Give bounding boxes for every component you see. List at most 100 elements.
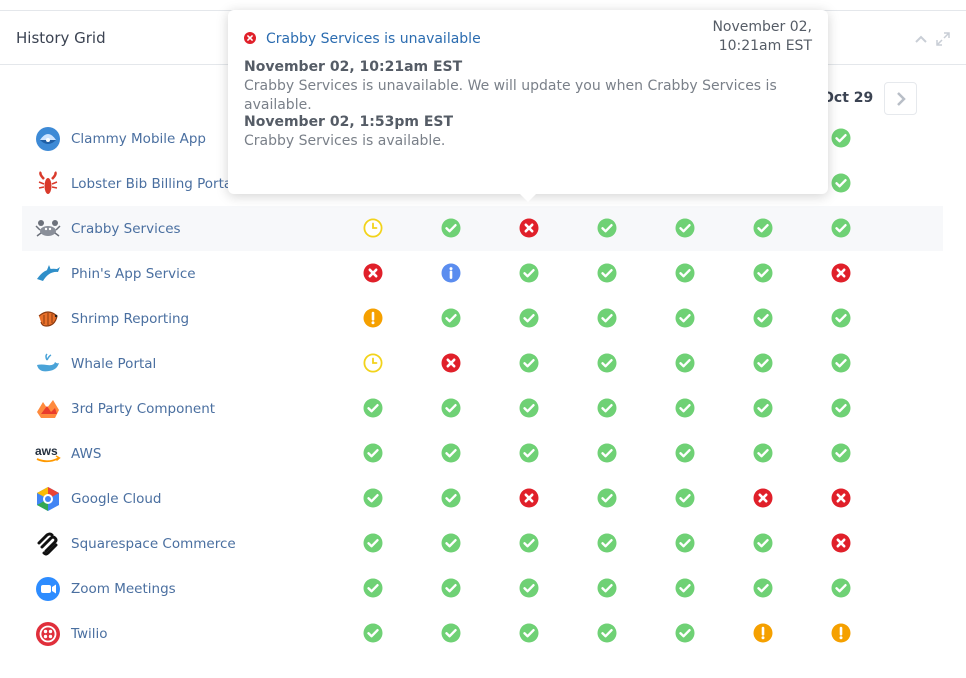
- check-circle-icon[interactable]: [519, 263, 539, 283]
- check-circle-icon[interactable]: [675, 623, 695, 643]
- check-circle-icon[interactable]: [675, 308, 695, 328]
- check-circle-icon[interactable]: [363, 533, 383, 553]
- check-circle-icon[interactable]: [597, 443, 617, 463]
- check-circle-icon[interactable]: [753, 263, 773, 283]
- service-info: Squarespace Commerce: [34, 521, 236, 566]
- info-circle-icon[interactable]: [441, 263, 461, 283]
- check-circle-icon[interactable]: [753, 308, 773, 328]
- x-circle-icon[interactable]: [519, 488, 539, 508]
- exclamation-circle-icon[interactable]: [753, 623, 773, 643]
- clock-icon[interactable]: [363, 218, 383, 238]
- next-page-button[interactable]: [884, 82, 917, 115]
- clock-icon[interactable]: [363, 353, 383, 373]
- service-name-link[interactable]: Whale Portal: [71, 356, 156, 372]
- check-circle-icon[interactable]: [519, 443, 539, 463]
- aws-logo: aws: [34, 440, 62, 468]
- service-name-link[interactable]: Crabby Services: [71, 221, 181, 237]
- check-circle-icon[interactable]: [753, 443, 773, 463]
- check-circle-icon[interactable]: [519, 398, 539, 418]
- check-circle-icon[interactable]: [519, 353, 539, 373]
- check-circle-icon[interactable]: [831, 308, 851, 328]
- service-name-link[interactable]: Phin's App Service: [71, 266, 196, 282]
- x-circle-icon[interactable]: [831, 263, 851, 283]
- check-circle-icon[interactable]: [441, 488, 461, 508]
- check-circle-icon[interactable]: [597, 353, 617, 373]
- check-circle-icon[interactable]: [675, 443, 695, 463]
- history-grid: Clammy Mobile App Lobster Bib Billing Por…: [22, 116, 943, 656]
- tooltip-entry: November 02, 10:21am EST Crabby Services…: [244, 58, 828, 115]
- check-circle-icon[interactable]: [441, 218, 461, 238]
- check-circle-icon[interactable]: [675, 353, 695, 373]
- check-circle-icon[interactable]: [441, 533, 461, 553]
- tooltip-title[interactable]: Crabby Services is unavailable: [266, 31, 481, 47]
- check-circle-icon[interactable]: [519, 623, 539, 643]
- x-circle-icon[interactable]: [831, 488, 851, 508]
- header-controls: [914, 31, 950, 46]
- service-info: Zoom Meetings: [34, 566, 176, 611]
- check-circle-icon[interactable]: [597, 623, 617, 643]
- check-circle-icon[interactable]: [831, 578, 851, 598]
- service-name-link[interactable]: Google Cloud: [71, 491, 161, 507]
- whale-logo: [34, 350, 62, 378]
- collapse-icon[interactable]: [914, 31, 928, 45]
- service-name-link[interactable]: 3rd Party Component: [71, 401, 215, 417]
- check-circle-icon[interactable]: [675, 218, 695, 238]
- x-circle-icon[interactable]: [831, 533, 851, 553]
- service-info: 3rd Party Component: [34, 386, 215, 431]
- check-circle-icon[interactable]: [363, 578, 383, 598]
- check-circle-icon[interactable]: [441, 398, 461, 418]
- check-circle-icon[interactable]: [363, 623, 383, 643]
- x-circle-icon[interactable]: [363, 263, 383, 283]
- check-circle-icon[interactable]: [753, 218, 773, 238]
- service-name-link[interactable]: Zoom Meetings: [71, 581, 176, 597]
- check-circle-icon[interactable]: [597, 398, 617, 418]
- check-circle-icon[interactable]: [597, 578, 617, 598]
- check-circle-icon[interactable]: [597, 308, 617, 328]
- expand-icon[interactable]: [936, 31, 950, 46]
- service-name-link[interactable]: Twilio: [71, 626, 108, 642]
- check-circle-icon[interactable]: [597, 488, 617, 508]
- check-circle-icon[interactable]: [831, 218, 851, 238]
- tooltip-header: Crabby Services is unavailable: [244, 29, 481, 48]
- check-circle-icon[interactable]: [753, 398, 773, 418]
- service-name-link[interactable]: AWS: [71, 446, 101, 462]
- check-circle-icon[interactable]: [831, 173, 851, 193]
- check-circle-icon[interactable]: [441, 623, 461, 643]
- service-name-link[interactable]: Shrimp Reporting: [71, 311, 189, 327]
- check-circle-icon[interactable]: [597, 263, 617, 283]
- x-circle-icon[interactable]: [441, 353, 461, 373]
- service-name-link[interactable]: Lobster Bib Billing Portal: [71, 176, 236, 192]
- check-circle-icon[interactable]: [753, 533, 773, 553]
- check-circle-icon[interactable]: [675, 578, 695, 598]
- check-circle-icon[interactable]: [363, 488, 383, 508]
- check-circle-icon[interactable]: [831, 128, 851, 148]
- check-circle-icon[interactable]: [363, 443, 383, 463]
- tooltip-date-line1: November 02,: [712, 19, 812, 35]
- check-circle-icon[interactable]: [675, 263, 695, 283]
- check-circle-icon[interactable]: [597, 533, 617, 553]
- entry-message: Crabby Services is unavailable. We will …: [244, 78, 777, 113]
- service-name-link[interactable]: Clammy Mobile App: [71, 131, 206, 147]
- check-circle-icon[interactable]: [363, 398, 383, 418]
- check-circle-icon[interactable]: [519, 578, 539, 598]
- check-circle-icon[interactable]: [441, 578, 461, 598]
- service-name-link[interactable]: Squarespace Commerce: [71, 536, 236, 552]
- check-circle-icon[interactable]: [753, 578, 773, 598]
- check-circle-icon[interactable]: [675, 488, 695, 508]
- exclamation-circle-icon[interactable]: [831, 623, 851, 643]
- check-circle-icon[interactable]: [831, 353, 851, 373]
- check-circle-icon[interactable]: [675, 533, 695, 553]
- x-circle-icon[interactable]: [753, 488, 773, 508]
- entry-time: November 02, 1:53pm EST: [244, 114, 454, 130]
- check-circle-icon[interactable]: [441, 443, 461, 463]
- check-circle-icon[interactable]: [831, 398, 851, 418]
- x-circle-icon[interactable]: [519, 218, 539, 238]
- exclamation-circle-icon[interactable]: [363, 308, 383, 328]
- check-circle-icon[interactable]: [597, 218, 617, 238]
- check-circle-icon[interactable]: [519, 308, 539, 328]
- check-circle-icon[interactable]: [441, 308, 461, 328]
- check-circle-icon[interactable]: [675, 398, 695, 418]
- check-circle-icon[interactable]: [831, 443, 851, 463]
- check-circle-icon[interactable]: [753, 353, 773, 373]
- check-circle-icon[interactable]: [519, 533, 539, 553]
